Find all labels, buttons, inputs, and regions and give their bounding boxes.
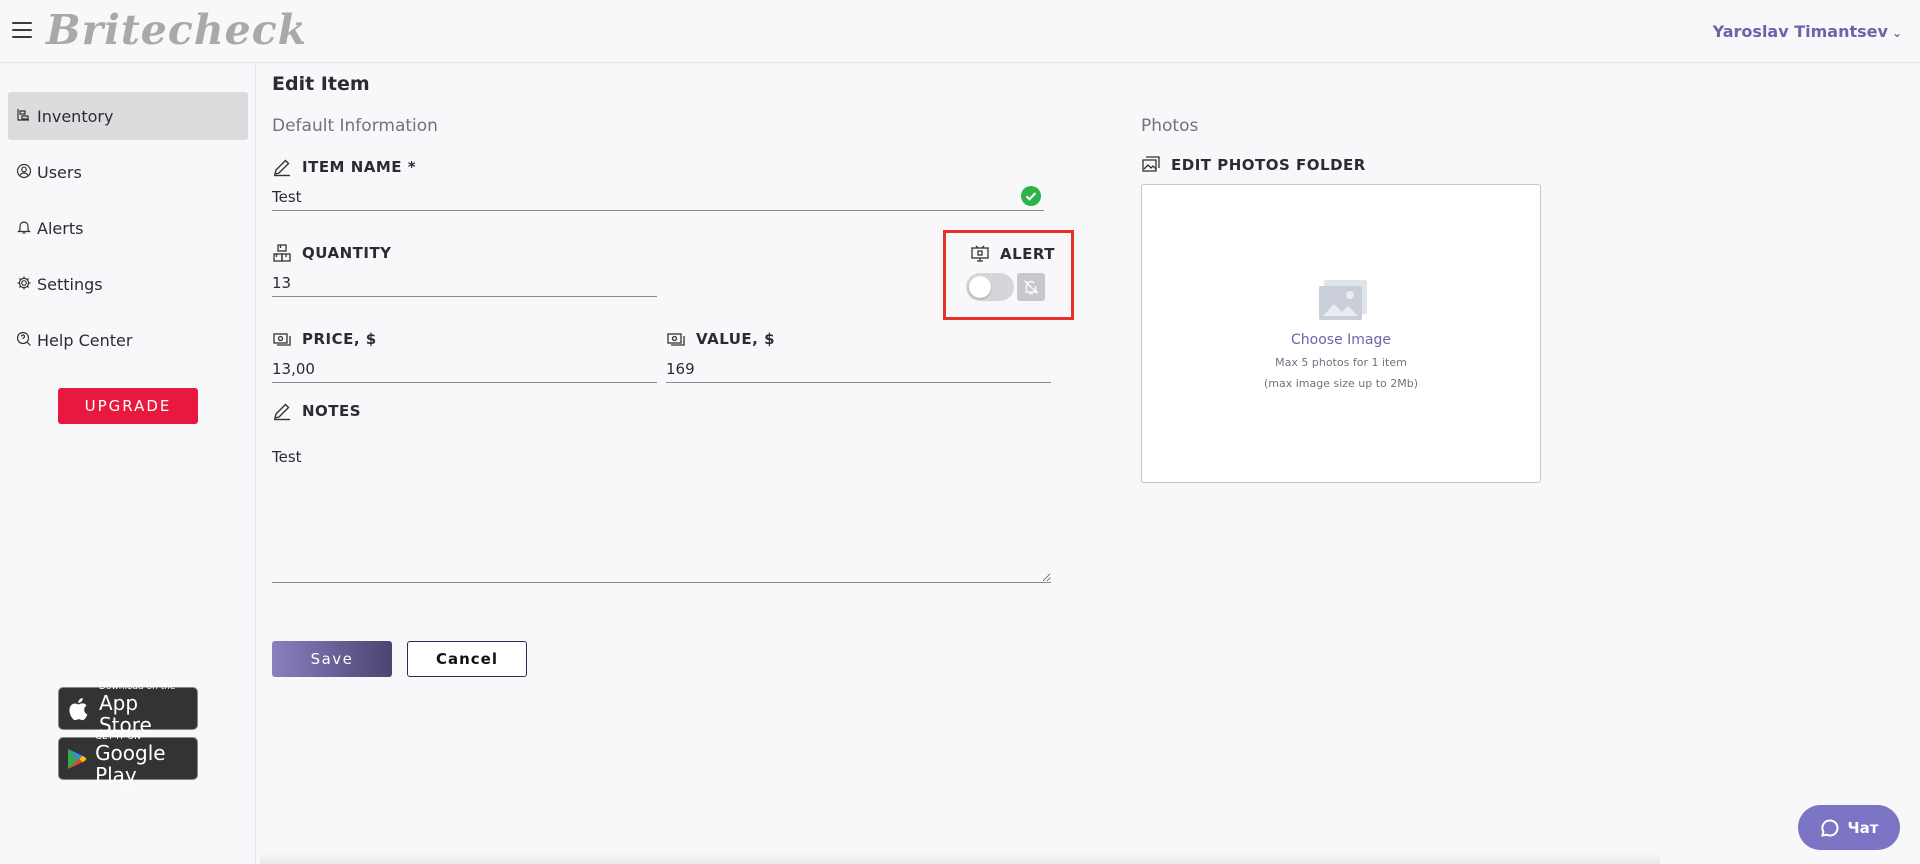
sidebar-item-inventory[interactable]: Inventory: [8, 92, 248, 140]
save-button[interactable]: Save: [272, 641, 392, 677]
user-menu[interactable]: Yaroslav Timantsev ⌄: [1713, 22, 1902, 41]
item-name-input[interactable]: [272, 186, 1044, 211]
google-play-big-text: Google Play: [95, 740, 166, 787]
apple-icon: [69, 697, 88, 720]
inventory-icon: [16, 107, 34, 125]
gear-icon: [16, 275, 34, 293]
alert-toggle[interactable]: [966, 273, 1014, 301]
help-icon: [16, 331, 34, 349]
sidebar: Inventory Users Alerts Settings Help Cen…: [0, 63, 256, 864]
google-play-badge[interactable]: GET IT ON Google Play: [58, 732, 198, 786]
edit-photos-folder-text: EDIT PHOTOS FOLDER: [1171, 156, 1366, 174]
choose-image-link[interactable]: Choose Image: [1142, 332, 1540, 348]
app-store-small-text: Download on the: [98, 681, 176, 692]
section-default-information: Default Information: [272, 116, 438, 136]
google-play-small-text: GET IT ON: [95, 731, 141, 742]
quantity-label: QUANTITY: [272, 243, 392, 263]
photo-size-hint: (max image size up to 2Mb): [1263, 377, 1419, 390]
chevron-down-icon: ⌄: [1891, 26, 1902, 40]
value-label-text: VALUE, $: [696, 330, 776, 348]
price-label-text: PRICE, $: [302, 330, 377, 348]
notes-label: NOTES: [272, 401, 361, 421]
app-store-badge[interactable]: Download on the App Store: [58, 682, 198, 736]
alert-label-text: ALERT: [1000, 245, 1056, 263]
pencil-icon: [274, 159, 290, 177]
section-photos: Photos: [1141, 116, 1199, 136]
chat-label: Чат: [1847, 818, 1879, 837]
sidebar-item-label: Alerts: [37, 218, 84, 238]
top-bar: Britecheck Yaroslav Timantsev ⌄: [0, 0, 1920, 63]
sidebar-item-settings[interactable]: Settings: [8, 260, 248, 308]
hamburger-menu-icon[interactable]: [12, 22, 32, 38]
value-label: VALUE, $: [666, 329, 775, 349]
bell-off-icon: [1017, 273, 1045, 301]
sidebar-item-label: Settings: [37, 274, 103, 294]
page-title: Edit Item: [272, 73, 370, 95]
money-icon: [667, 333, 685, 346]
bell-icon: [16, 219, 34, 237]
bottom-shadow: [260, 852, 1660, 864]
notes-label-text: NOTES: [302, 402, 362, 420]
images-icon: [1142, 156, 1160, 172]
cancel-button[interactable]: Cancel: [407, 641, 527, 677]
image-placeholder-icon: [1319, 280, 1367, 320]
app-store-big-text: App Store: [98, 690, 152, 737]
photo-upload-area[interactable]: Choose Image Max 5 photos for 1 item (ma…: [1141, 184, 1541, 483]
price-label: PRICE, $: [272, 329, 377, 349]
sidebar-item-label: Users: [37, 162, 82, 182]
item-name-label: ITEM NAME *: [272, 157, 416, 177]
boxes-icon: [273, 244, 291, 262]
chat-bubble-icon: [1820, 818, 1838, 837]
check-circle-icon: [1021, 186, 1041, 206]
value-input[interactable]: [666, 358, 1051, 383]
quantity-label-text: QUANTITY: [302, 244, 392, 262]
google-play-icon: [68, 748, 87, 769]
alert-monitor-icon: [971, 245, 989, 262]
alert-label: ALERT: [970, 244, 1055, 264]
user-icon: [16, 163, 34, 181]
quantity-input[interactable]: [272, 272, 657, 297]
sidebar-item-users[interactable]: Users: [8, 148, 248, 196]
pencil-icon: [274, 403, 290, 421]
money-icon: [273, 333, 291, 346]
chat-button[interactable]: Чат: [1798, 805, 1900, 850]
user-name: Yaroslav Timantsev: [1712, 22, 1888, 41]
app-logo[interactable]: Britecheck: [46, 6, 307, 54]
sidebar-item-label: Help Center: [37, 330, 133, 350]
photo-limit-hint: Max 5 photos for 1 item: [1275, 356, 1407, 369]
sidebar-item-label: Inventory: [37, 106, 114, 126]
upgrade-button[interactable]: UPGRADE: [58, 388, 198, 424]
item-name-label-text: ITEM NAME *: [302, 158, 417, 176]
price-input[interactable]: [272, 358, 657, 383]
sidebar-item-help-center[interactable]: Help Center: [8, 316, 248, 364]
edit-photos-folder-label: EDIT PHOTOS FOLDER: [1141, 155, 1366, 175]
notes-textarea[interactable]: Test: [272, 438, 1051, 583]
sidebar-item-alerts[interactable]: Alerts: [8, 204, 248, 252]
